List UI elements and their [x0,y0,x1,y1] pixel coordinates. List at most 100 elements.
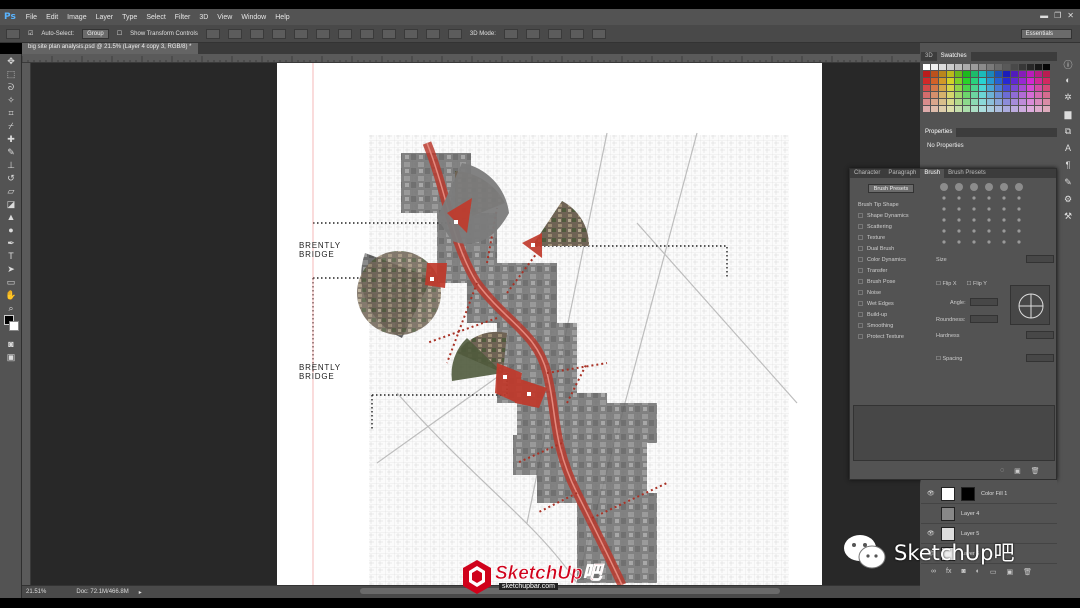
color-swatch[interactable] [979,92,986,98]
align-hcenter-icon[interactable] [293,28,308,39]
checkbox[interactable] [858,235,863,240]
brush-tip-preset[interactable] [1015,183,1023,191]
brush-option-row[interactable]: Transfer [850,265,928,276]
color-swatch[interactable] [987,64,994,70]
color-swatch[interactable] [939,71,946,77]
color-swatch[interactable] [995,92,1002,98]
brush-tip-preset[interactable] [972,207,976,211]
checkbox[interactable] [858,213,863,218]
type-tool-icon[interactable]: T [4,250,18,262]
color-swatch[interactable] [955,64,962,70]
layer-row[interactable]: 👁 Color Fill 1 [921,484,1057,504]
magic-wand-tool-icon[interactable]: ✧ [4,94,18,106]
flip-y-checkbox[interactable]: ☐ Flip Y [967,281,987,287]
checkbox[interactable] [858,312,863,317]
color-swatch[interactable] [995,99,1002,105]
align-vcenter-icon[interactable] [227,28,242,39]
checkbox[interactable] [858,290,863,295]
color-swatch[interactable] [1027,99,1034,105]
angle-field[interactable] [970,298,998,306]
layer-name[interactable]: Color Fill 1 [981,491,1007,497]
brush-tip-preset[interactable] [987,240,991,244]
brush-tip-preset[interactable] [972,229,976,233]
color-swatch[interactable] [995,78,1002,84]
close-icon[interactable]: ✕ [1067,11,1074,20]
brush-option-row[interactable]: Noise [850,287,928,298]
color-swatch[interactable] [923,106,930,112]
color-swatch[interactable] [955,71,962,77]
color-swatch[interactable] [979,78,986,84]
align-left-icon[interactable] [271,28,286,39]
brush-option-row[interactable]: Dual Brush [850,243,928,254]
clone-stamp-tool-icon[interactable]: ⊥ [4,159,18,171]
color-swatch[interactable] [1035,64,1042,70]
color-swatch[interactable] [1003,78,1010,84]
menu-image[interactable]: Image [67,14,86,21]
brush-tip-preset[interactable] [1017,196,1021,200]
color-swatch[interactable] [963,64,970,70]
color-swatch[interactable] [1035,71,1042,77]
layer-mask-thumbnail[interactable] [961,486,975,501]
brush-tip-grid[interactable] [936,181,1048,251]
color-swatch[interactable] [939,92,946,98]
delete-icon[interactable]: 🗑 [1031,467,1040,475]
color-swatch[interactable] [1011,106,1018,112]
color-swatch[interactable] [1003,64,1010,70]
color-swatch[interactable] [939,99,946,105]
brush-tip-preset[interactable] [987,229,991,233]
brush-option-row[interactable]: Shape Dynamics [850,210,928,221]
lasso-tool-icon[interactable]: ᘐ [4,81,18,93]
color-swatch[interactable] [939,85,946,91]
color-swatch[interactable] [1011,78,1018,84]
3d-slide-icon[interactable] [569,28,584,39]
brush-option-row[interactable]: Smoothing [850,320,928,331]
color-swatch[interactable] [979,64,986,70]
path-selection-tool-icon[interactable]: ➤ [4,263,18,275]
color-swatch[interactable] [939,78,946,84]
color-swatch[interactable] [987,85,994,91]
color-swatch[interactable] [987,78,994,84]
blur-tool-icon[interactable]: ▲ [4,211,18,223]
color-swatch[interactable] [1011,85,1018,91]
menu-file[interactable]: File [26,14,37,21]
pen-tool-icon[interactable]: ✒ [4,237,18,249]
brush-icon[interactable]: ✎ [1061,177,1075,191]
color-swatch[interactable] [939,106,946,112]
clone-source-icon[interactable]: ⚙ [1061,194,1075,208]
brush-tip-preset[interactable] [957,229,961,233]
size-field[interactable] [1026,255,1054,263]
eye-icon[interactable]: 👁 [927,490,935,497]
align-top-icon[interactable] [205,28,220,39]
color-swatch[interactable] [1043,71,1050,77]
restore-icon[interactable]: ❐ [1054,11,1061,20]
brush-option-row[interactable]: Texture [850,232,928,243]
tab-properties[interactable]: Properties [921,128,957,137]
color-swatch[interactable] [995,85,1002,91]
color-swatch[interactable] [931,106,938,112]
3d-scale-icon[interactable] [591,28,606,39]
brush-tip-preset[interactable] [942,240,946,244]
3d-roll-icon[interactable] [525,28,540,39]
menu-type[interactable]: Type [122,14,137,21]
color-swatch[interactable] [955,92,962,98]
roundness-field[interactable] [970,315,998,323]
color-swatch[interactable] [987,92,994,98]
brush-tip-preset[interactable] [987,196,991,200]
color-swatch[interactable] [971,99,978,105]
color-swatch[interactable] [931,85,938,91]
color-swatch[interactable] [963,85,970,91]
color-swatch[interactable] [1003,99,1010,105]
3d-drag-icon[interactable] [547,28,562,39]
character-icon[interactable]: A [1061,143,1075,157]
color-swatch[interactable] [939,64,946,70]
flip-x-checkbox[interactable]: ☐ Flip X [936,281,957,287]
tool-presets-icon[interactable]: ⚒ [1061,211,1075,225]
brush-tip-preset[interactable] [987,218,991,222]
tab-swatches[interactable]: Swatches [936,52,971,61]
screen-mode-icon[interactable]: ▣ [4,351,18,363]
brush-tip-preset[interactable] [942,229,946,233]
spacing-checkbox[interactable]: ☐ Spacing [936,356,962,362]
distribute-right-icon[interactable] [447,28,462,39]
color-swatch[interactable] [923,99,930,105]
brush-tip-preset[interactable] [1002,196,1006,200]
